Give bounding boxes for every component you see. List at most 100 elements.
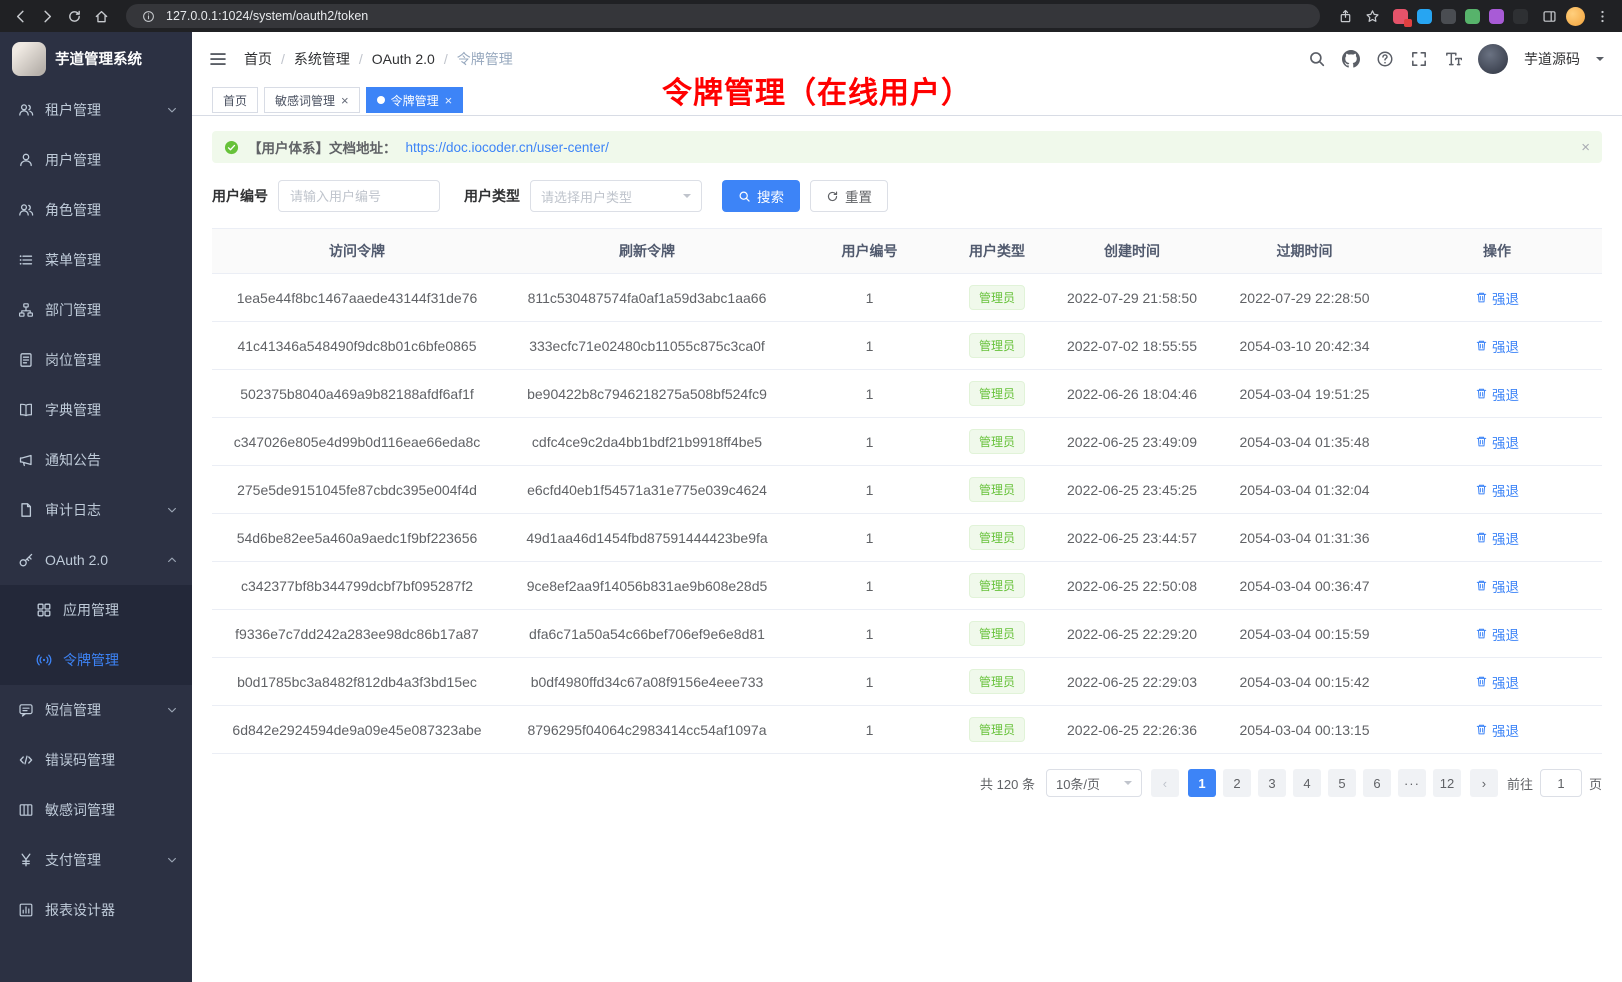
tab-home[interactable]: 首页 xyxy=(212,87,258,113)
user-avatar[interactable] xyxy=(1478,44,1508,74)
sidebar-item-role[interactable]: 角色管理 xyxy=(0,185,192,235)
user-menu-caret-icon[interactable] xyxy=(1596,57,1604,65)
home-icon[interactable] xyxy=(91,6,111,26)
pagination-page-4[interactable]: 4 xyxy=(1293,769,1321,797)
force-logout-button[interactable]: 强退 xyxy=(1475,384,1519,404)
sidebar-item-report[interactable]: 报表设计器 xyxy=(0,885,192,935)
pagination-next-button[interactable]: › xyxy=(1470,769,1498,797)
tab-sensitive-word[interactable]: 敏感词管理 × xyxy=(264,87,360,113)
column-header: 过期时间 xyxy=(1217,241,1392,261)
pagination-prev-button[interactable]: ‹ xyxy=(1151,769,1179,797)
extension-green-icon[interactable] xyxy=(1465,9,1480,24)
font-size-icon[interactable] xyxy=(1444,50,1462,68)
pagination-page-2[interactable]: 2 xyxy=(1223,769,1251,797)
sidebar-item-oauth2-token[interactable]: 令牌管理 xyxy=(0,635,192,685)
sidebar-item-user[interactable]: 用户管理 xyxy=(0,135,192,185)
pagination-page-6[interactable]: 6 xyxy=(1363,769,1391,797)
sidebar-item-oauth2-app[interactable]: 应用管理 xyxy=(0,585,192,635)
force-logout-button[interactable]: 强退 xyxy=(1475,624,1519,644)
table-body: 1ea5e44f8bc1467aaede43144f31de76 811c530… xyxy=(212,274,1602,754)
sms-icon xyxy=(18,702,34,718)
cell-create-time: 2022-06-25 23:44:57 xyxy=(1047,530,1217,546)
site-info-icon[interactable] xyxy=(138,6,158,26)
user-name[interactable]: 芋道源码 xyxy=(1524,49,1580,69)
main-area: 令牌管理（在线用户） 首页/系统管理/OAuth 2.0/令牌管理 芋道源码 首… xyxy=(192,32,1622,982)
alert-link[interactable]: https://doc.iocoder.cn/user-center/ xyxy=(406,140,609,155)
force-logout-button[interactable]: 强退 xyxy=(1475,288,1519,308)
sidebar-item-tenant[interactable]: 租户管理 xyxy=(0,85,192,135)
help-icon[interactable] xyxy=(1376,50,1394,68)
extension-red-icon[interactable] xyxy=(1393,9,1408,24)
search-icon[interactable] xyxy=(1308,50,1326,68)
breadcrumb-item[interactable]: 系统管理 xyxy=(294,49,350,69)
cell-user-id: 1 xyxy=(792,578,947,594)
alert-close-icon[interactable]: × xyxy=(1581,139,1590,156)
user-type-select[interactable]: 请选择用户类型 xyxy=(530,180,702,212)
sidebar-item-sensitive-word[interactable]: 敏感词管理 xyxy=(0,785,192,835)
user-type-badge: 管理员 xyxy=(969,477,1025,502)
collapse-sidebar-icon[interactable] xyxy=(208,49,228,69)
github-icon[interactable] xyxy=(1342,50,1360,68)
pagination-page-12[interactable]: 12 xyxy=(1433,769,1461,797)
force-logout-button[interactable]: 强退 xyxy=(1475,336,1519,356)
table-row: 6d842e2924594de9a09e45e087323abe 8796295… xyxy=(212,706,1602,754)
side-panel-icon[interactable] xyxy=(1539,6,1559,26)
pagination-page-5[interactable]: 5 xyxy=(1328,769,1356,797)
goto-label: 前往 xyxy=(1507,774,1533,793)
extension-blue-icon[interactable] xyxy=(1417,9,1432,24)
search-button[interactable]: 搜索 xyxy=(722,180,800,212)
cell-access-token: f9336e7c7dd242a283ee98dc86b17a87 xyxy=(212,626,502,642)
extension-black-icon[interactable] xyxy=(1513,9,1528,24)
tab-close-icon[interactable]: × xyxy=(445,94,453,107)
pagination-ellipsis[interactable]: ··· xyxy=(1398,769,1426,797)
breadcrumb-item[interactable]: OAuth 2.0 xyxy=(372,51,435,67)
reset-button[interactable]: 重置 xyxy=(810,180,888,212)
chevron-up-icon xyxy=(166,554,178,566)
address-bar[interactable]: 127.0.0.1:1024/system/oauth2/token xyxy=(126,4,1320,28)
browser-menu-icon[interactable] xyxy=(1592,6,1612,26)
back-icon[interactable] xyxy=(10,6,30,26)
tab-token[interactable]: 令牌管理 × xyxy=(366,87,464,113)
fullscreen-icon[interactable] xyxy=(1410,50,1428,68)
user-icon xyxy=(18,152,34,168)
sidebar-item-post[interactable]: 岗位管理 xyxy=(0,335,192,385)
user-id-input[interactable] xyxy=(278,180,440,212)
sidebar-item-dept[interactable]: 部门管理 xyxy=(0,285,192,335)
breadcrumb-item[interactable]: 首页 xyxy=(244,49,272,69)
sensitive-word-icon xyxy=(18,802,34,818)
user-type-badge: 管理员 xyxy=(969,333,1025,358)
forward-icon[interactable] xyxy=(37,6,57,26)
sidebar-item-audit-log[interactable]: 审计日志 xyxy=(0,485,192,535)
extension-dark-icon[interactable] xyxy=(1441,9,1456,24)
sidebar-item-pay[interactable]: 支付管理 xyxy=(0,835,192,885)
tab-close-icon[interactable]: × xyxy=(341,94,349,107)
sidebar-item-error-code[interactable]: 错误码管理 xyxy=(0,735,192,785)
sidebar-item-menu[interactable]: 菜单管理 xyxy=(0,235,192,285)
bookmark-star-icon[interactable] xyxy=(1362,6,1382,26)
user-type-badge: 管理员 xyxy=(969,621,1025,646)
cell-refresh-token: b0df4980ffd34c67a08f9156e4eee733 xyxy=(502,674,792,690)
browser-profile-avatar[interactable] xyxy=(1566,7,1585,26)
pagination-page-1[interactable]: 1 xyxy=(1188,769,1216,797)
sidebar-item-dict[interactable]: 字典管理 xyxy=(0,385,192,435)
force-logout-button[interactable]: 强退 xyxy=(1475,672,1519,692)
pagination-page-3[interactable]: 3 xyxy=(1258,769,1286,797)
app-logo[interactable]: 芋道管理系统 xyxy=(0,32,192,85)
share-icon[interactable] xyxy=(1335,6,1355,26)
sidebar-item-label: 用户管理 xyxy=(45,150,101,170)
force-logout-button[interactable]: 强退 xyxy=(1475,528,1519,548)
force-logout-button[interactable]: 强退 xyxy=(1475,576,1519,596)
sidebar-item-label: 敏感词管理 xyxy=(45,800,115,820)
chevron-down-icon xyxy=(166,704,178,716)
page-size-select[interactable]: 10条/页 xyxy=(1046,769,1142,797)
force-logout-button[interactable]: 强退 xyxy=(1475,432,1519,452)
sidebar-item-label: 审计日志 xyxy=(45,500,101,520)
force-logout-button[interactable]: 强退 xyxy=(1475,720,1519,740)
sidebar-item-notice[interactable]: 通知公告 xyxy=(0,435,192,485)
sidebar-item-oauth2[interactable]: OAuth 2.0 xyxy=(0,535,192,585)
force-logout-button[interactable]: 强退 xyxy=(1475,480,1519,500)
sidebar-item-sms[interactable]: 短信管理 xyxy=(0,685,192,735)
extension-rainbow-icon[interactable] xyxy=(1489,9,1504,24)
goto-page-input[interactable] xyxy=(1540,769,1582,797)
reload-icon[interactable] xyxy=(64,6,84,26)
